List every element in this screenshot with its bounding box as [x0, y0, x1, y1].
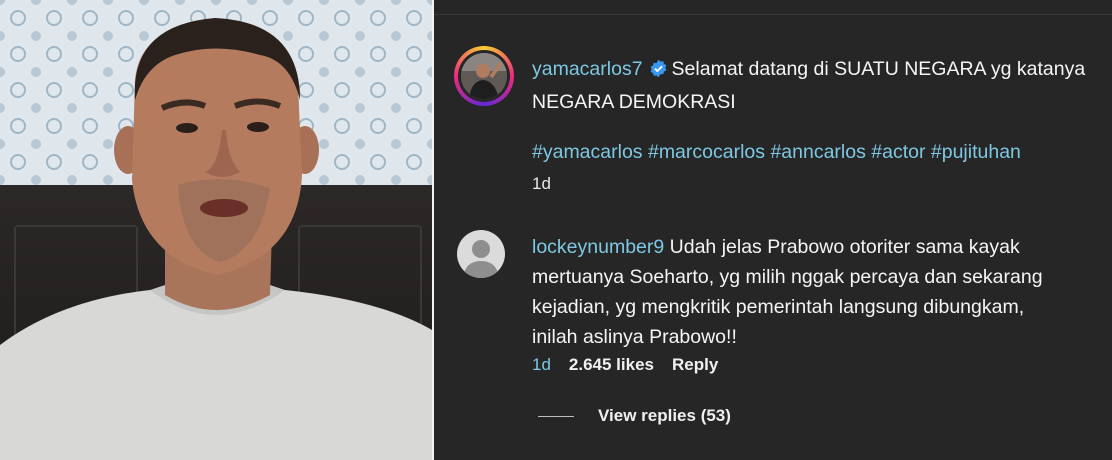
comment-username[interactable]: lockeynumber9 [532, 236, 664, 258]
comment-body: lockeynumber9 Udah jelas Prabowo otorite… [532, 232, 1043, 352]
replies-line [538, 415, 574, 417]
verified-badge-icon [649, 57, 668, 87]
comment-text-line1: Udah jelas Prabowo otoriter sama kayak [669, 236, 1020, 258]
comments-panel[interactable]: yamacarlos7 Selamat datang di SUATU NEGAR… [434, 0, 1112, 460]
hashtag-link[interactable]: #pujituhan [931, 141, 1021, 163]
person-in-video [0, 18, 432, 460]
video-player[interactable] [0, 0, 432, 460]
hashtag-link[interactable]: #yamacarlos [532, 141, 643, 163]
comment-text-line3: kejadian, yg mengkritik pemerintah langs… [532, 296, 1025, 318]
hashtag-link[interactable]: #actor [871, 141, 925, 163]
likes-count[interactable]: 2.645 likes [569, 355, 654, 375]
hashtag-link[interactable]: #marcocarlos [648, 141, 765, 163]
post-username[interactable]: yamacarlos7 [532, 58, 643, 80]
top-divider [434, 14, 1112, 15]
author-avatar[interactable] [454, 46, 514, 106]
post-timestamp[interactable]: 1d [532, 169, 551, 199]
comment-text-line4: inilah aslinya Prabowo!! [532, 326, 737, 348]
caption-text-line1: Selamat datang di SUATU NEGARA yg katany… [671, 58, 1086, 80]
comment-text-line2: mertuanya Soeharto, yg milih nggak perca… [532, 266, 1043, 288]
hashtag-link[interactable]: #anncarlos [770, 141, 865, 163]
comment-timestamp[interactable]: 1d [532, 355, 551, 375]
comment-actions: 1d 2.645 likes Reply [532, 355, 718, 375]
view-replies-label: View replies (53) [598, 406, 731, 425]
caption-text-line2: NEGARA DEMOKRASI [532, 91, 736, 113]
author-avatar-image [461, 53, 507, 99]
post-caption: yamacarlos7 Selamat datang di SUATU NEGAR… [532, 54, 1085, 117]
view-replies-button[interactable]: View replies (53) [538, 406, 731, 426]
default-avatar-icon[interactable] [457, 230, 505, 278]
hashtag-list: #yamacarlos #marcocarlos #anncarlos #act… [532, 137, 1021, 167]
reply-button[interactable]: Reply [672, 355, 718, 375]
